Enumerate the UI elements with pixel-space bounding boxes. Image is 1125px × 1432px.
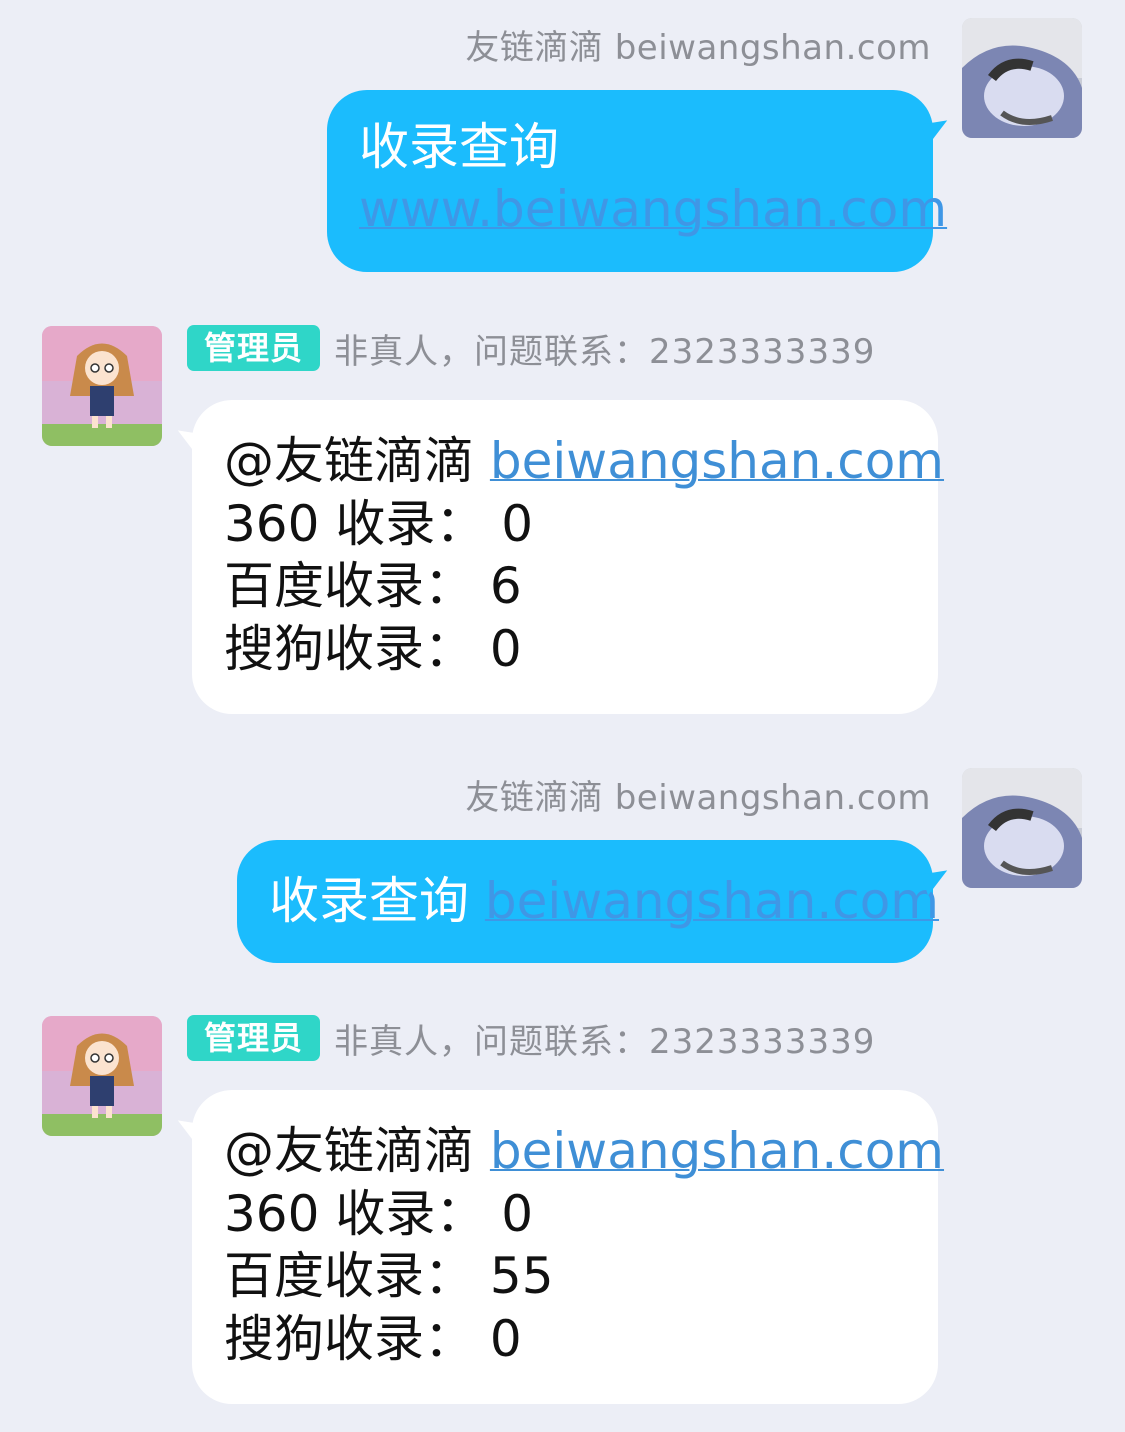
mention: @友链滴滴 (224, 432, 474, 490)
result-line: 搜狗收录： 0 (224, 619, 522, 678)
bubble-tail (172, 1116, 204, 1146)
sender-name: 友链滴滴 beiwangshan.com (465, 28, 931, 68)
outgoing-message-bubble[interactable]: 收录查询 www.beiwangshan.com (327, 90, 953, 272)
bot-avatar[interactable] (42, 1016, 162, 1136)
incoming-message-bubble[interactable]: @友链滴滴 beiwangshan.com 360 收录： 0 百度收录： 6 … (172, 400, 944, 714)
anime-girl-icon (42, 326, 162, 446)
message-link[interactable]: beiwangshan.com (490, 1122, 944, 1180)
outgoing-message-bubble[interactable]: 收录查询 beiwangshan.com (237, 840, 953, 963)
result-line: 百度收录： 55 (224, 1247, 554, 1305)
anime-girl-icon (42, 1016, 162, 1136)
admin-badge: 管理员 (187, 325, 321, 371)
result-line: 360 收录： 0 (224, 1184, 534, 1243)
mention: @友链滴滴 (224, 1122, 474, 1180)
incoming-message-bubble[interactable]: @友链滴滴 beiwangshan.com 360 收录： 0 百度收录： 55… (172, 1090, 944, 1404)
bubble-tail (172, 426, 204, 456)
bot-meta: 管理员 非真人，问题联系：2323333339 (187, 1015, 876, 1062)
bot-meta: 管理员 非真人，问题联系：2323333339 (187, 325, 876, 372)
bot-avatar[interactable] (42, 326, 162, 446)
message-text: 收录查询 (269, 872, 469, 930)
message-link[interactable]: www.beiwangshan.com (359, 180, 947, 238)
message-link[interactable]: beiwangshan.com (490, 432, 944, 490)
result-line: 360 收录： 0 (224, 494, 534, 553)
user-avatar[interactable] (962, 768, 1082, 888)
user-photo-icon (962, 768, 1082, 888)
result-line: 搜狗收录： 0 (224, 1309, 522, 1368)
user-avatar[interactable] (962, 18, 1082, 138)
message-link[interactable]: beiwangshan.com (485, 872, 939, 930)
admin-badge: 管理员 (187, 1015, 321, 1061)
user-photo-icon (962, 18, 1082, 138)
message-text: 收录查询 (359, 118, 559, 176)
bot-status: 非真人，问题联系：2323333339 (334, 1021, 876, 1062)
bot-status: 非真人，问题联系：2323333339 (334, 331, 876, 372)
sender-name: 友链滴滴 beiwangshan.com (465, 778, 931, 818)
result-line: 百度收录： 6 (224, 557, 522, 615)
